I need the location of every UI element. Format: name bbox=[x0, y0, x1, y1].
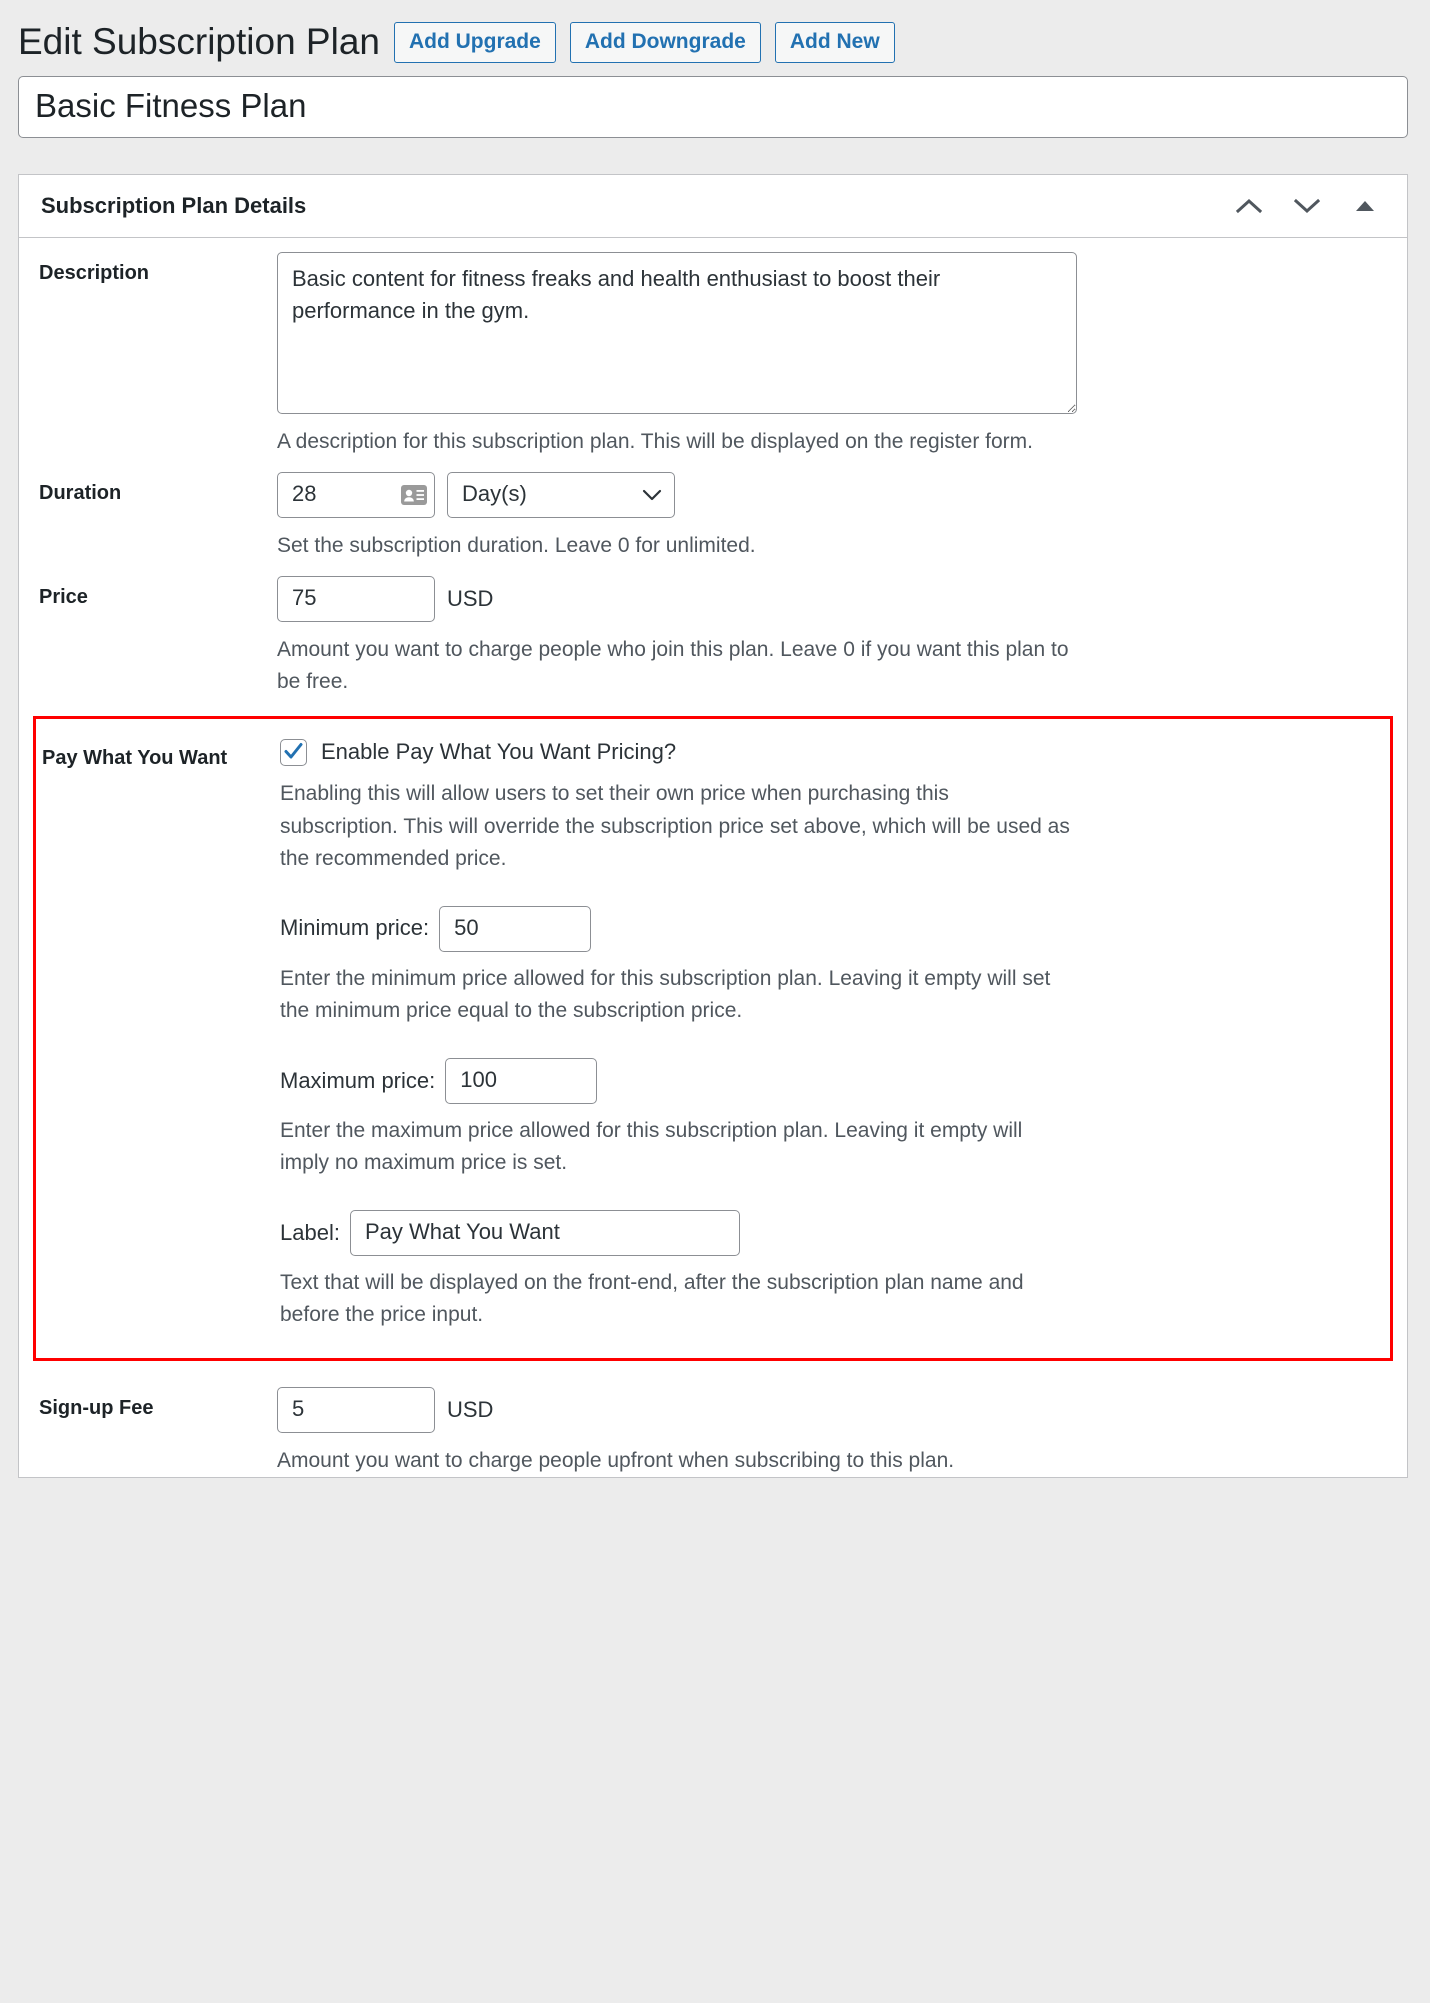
signup-fee-controls: USD bbox=[277, 1386, 1367, 1433]
pwyw-description: Enabling this will allow users to set th… bbox=[280, 782, 1070, 871]
duration-row: Duration 28 Day(s) Set the subscription … bbox=[19, 458, 1407, 562]
page-header: Edit Subscription Plan Add Upgrade Add D… bbox=[0, 0, 1430, 76]
description-label: Description bbox=[39, 262, 150, 285]
signup-fee-row: Sign-up Fee USD Amount you want to charg… bbox=[19, 1361, 1407, 1477]
enable-pwyw-line: Enable Pay What You Want Pricing? bbox=[280, 739, 1354, 767]
price-controls: USD bbox=[277, 576, 1367, 623]
add-upgrade-button[interactable]: Add Upgrade bbox=[393, 21, 556, 63]
front-label-label: Label: bbox=[280, 1219, 340, 1245]
signup-fee-currency-label: USD bbox=[447, 1396, 494, 1422]
minimum-price-line: Minimum price: bbox=[280, 905, 1354, 952]
pay-what-you-want-row: Pay What You Want Enable Pay What You Wa… bbox=[33, 716, 1393, 1361]
pay-what-you-want-label: Pay What You Want bbox=[42, 747, 228, 770]
maximum-price-input[interactable] bbox=[445, 1057, 598, 1104]
metabox-header: Subscription Plan Details bbox=[19, 175, 1407, 239]
add-new-button[interactable]: Add New bbox=[774, 21, 895, 63]
page-title: Edit Subscription Plan bbox=[18, 21, 380, 62]
move-up-button[interactable] bbox=[1229, 191, 1269, 221]
description-row: Description Basic content for fitness fr… bbox=[19, 238, 1407, 458]
enable-pwyw-label[interactable]: Enable Pay What You Want Pricing? bbox=[321, 739, 676, 765]
price-input[interactable] bbox=[277, 576, 435, 623]
price-help: Amount you want to charge people who joi… bbox=[277, 638, 1069, 694]
maximum-price-line: Maximum price: bbox=[280, 1057, 1354, 1104]
plan-title-input[interactable] bbox=[18, 76, 1408, 139]
minimum-price-help: Enter the minimum price allowed for this… bbox=[280, 966, 1051, 1023]
metabox-controls bbox=[1229, 191, 1385, 221]
checkmark-icon bbox=[284, 743, 303, 759]
subscription-plan-details-metabox: Subscription Plan Details Description Ba… bbox=[18, 174, 1408, 1478]
admin-page: Edit Subscription Plan Add Upgrade Add D… bbox=[0, 0, 1430, 2003]
duration-label: Duration bbox=[39, 482, 122, 505]
metabox-body: Description Basic content for fitness fr… bbox=[19, 238, 1407, 1476]
duration-controls: Day(s) bbox=[277, 472, 1367, 519]
signup-fee-label: Sign-up Fee bbox=[39, 1396, 154, 1419]
description-field: Basic content for fitness freaks and hea… bbox=[277, 252, 1407, 458]
duration-number-wrap bbox=[277, 472, 435, 519]
move-down-button[interactable] bbox=[1287, 191, 1327, 221]
duration-unit-wrap: Day(s) bbox=[447, 472, 675, 519]
chevron-up-icon bbox=[1236, 199, 1262, 214]
description-textarea[interactable]: Basic content for fitness freaks and hea… bbox=[277, 252, 1077, 415]
chevron-down-icon bbox=[1294, 199, 1320, 214]
duration-unit-select[interactable]: Day(s) bbox=[447, 472, 675, 519]
description-help: A description for this subscription plan… bbox=[277, 430, 1033, 454]
maximum-price-help: Enter the maximum price allowed for this… bbox=[280, 1118, 1023, 1175]
price-field: USD Amount you want to charge people who… bbox=[277, 576, 1407, 698]
metabox-title: Subscription Plan Details bbox=[41, 193, 307, 219]
maximum-price-label: Maximum price: bbox=[280, 1067, 436, 1093]
duration-number-input[interactable] bbox=[277, 472, 435, 519]
signup-fee-input[interactable] bbox=[277, 1386, 435, 1433]
price-label: Price bbox=[39, 586, 88, 609]
signup-fee-field: USD Amount you want to charge people upf… bbox=[277, 1386, 1407, 1477]
price-currency-label: USD bbox=[447, 586, 494, 612]
toggle-panel-button[interactable] bbox=[1345, 191, 1385, 221]
add-downgrade-button[interactable]: Add Downgrade bbox=[569, 21, 761, 63]
plan-title-wrap bbox=[0, 76, 1430, 139]
minimum-price-input[interactable] bbox=[439, 905, 592, 952]
front-label-line: Label: bbox=[280, 1209, 1354, 1256]
duration-help: Set the subscription duration. Leave 0 f… bbox=[277, 534, 756, 558]
pay-what-you-want-field: Enable Pay What You Want Pricing? Enabli… bbox=[280, 739, 1390, 1332]
minimum-price-label: Minimum price: bbox=[280, 915, 430, 941]
duration-field: Day(s) Set the subscription duration. Le… bbox=[277, 472, 1407, 562]
signup-fee-help: Amount you want to charge people upfront… bbox=[277, 1448, 955, 1472]
enable-pwyw-checkbox[interactable] bbox=[280, 739, 307, 767]
price-row: Price USD Amount you want to charge peop… bbox=[19, 562, 1407, 698]
front-label-help: Text that will be displayed on the front… bbox=[280, 1270, 1024, 1327]
front-label-input[interactable] bbox=[349, 1209, 740, 1256]
triangle-up-icon bbox=[1356, 201, 1374, 212]
